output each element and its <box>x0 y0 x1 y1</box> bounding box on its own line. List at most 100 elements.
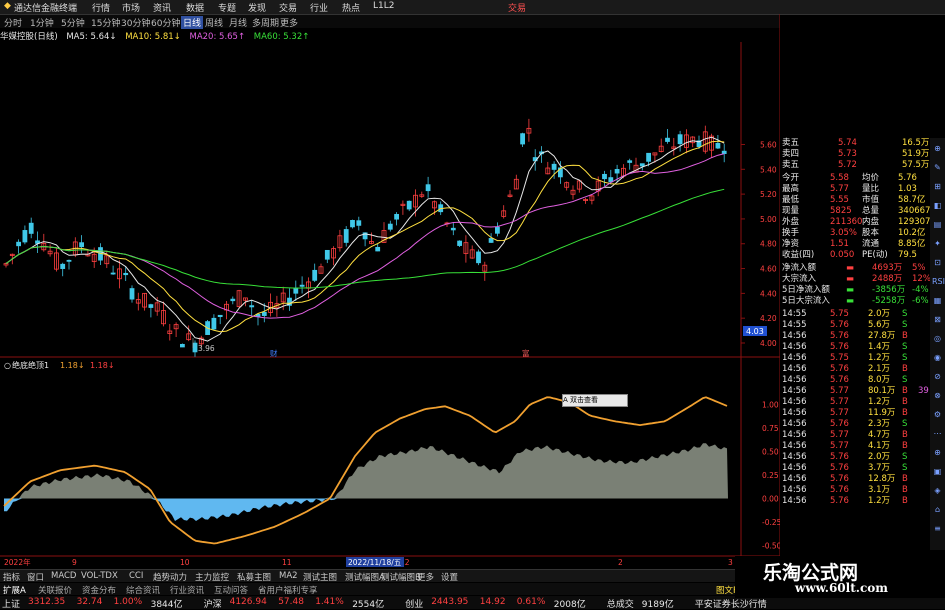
side-tool-icon[interactable]: ⊕ <box>932 144 943 155</box>
x-tick-label: 2 <box>618 558 623 567</box>
status-item: 沪深 <box>203 600 222 610</box>
indicator-tab[interactable]: 指标 <box>3 571 20 583</box>
price-tick-label: 4.60 <box>760 265 777 274</box>
indicator-tab[interactable]: MACD <box>51 571 76 581</box>
indicator-tab[interactable]: 测试幅图A <box>345 571 385 583</box>
tick-time: 14:56 <box>782 463 807 473</box>
chart-tooltip[interactable]: A 双击查看 <box>562 394 628 407</box>
indicator-tab[interactable]: 主力监控 <box>195 571 229 583</box>
sub-tab[interactable]: 行业资讯 <box>170 584 204 596</box>
candle-body <box>488 238 494 243</box>
indicator-tab[interactable]: 窗口 <box>27 571 44 583</box>
indicator-tab[interactable]: VOL-TDX <box>81 571 118 581</box>
tick-price: 5.76 <box>830 375 849 385</box>
side-tool-icon[interactable]: ≡ <box>932 524 943 535</box>
candle-body <box>457 240 463 246</box>
indicator-tick-label: 0.25 <box>762 471 779 480</box>
stat-label: 最低 <box>782 195 800 205</box>
indicator-tab[interactable]: 私募主图 <box>237 571 271 583</box>
indicator-tab[interactable]: 更多 <box>417 571 434 583</box>
side-tool-icon[interactable]: ▣ <box>932 467 943 478</box>
sub-tab[interactable]: 互动问答 <box>214 584 248 596</box>
indicator-tabs: 指标 窗口 MACD VOL-TDX CCI 趋势动力 主力监控 私募主图 MA2 测试主图 测试幅… <box>0 569 780 583</box>
tick-side: S <box>902 452 908 462</box>
sub-tab[interactable]: 综合资讯 <box>126 584 160 596</box>
tooltip-text: A 双击查看 <box>563 396 599 404</box>
indicator-legend-icon: ○ <box>4 361 11 370</box>
tick-time: 14:56 <box>782 342 807 352</box>
side-tool-icon[interactable]: ▤ <box>932 220 943 231</box>
flow-value: 2488万 <box>872 274 903 284</box>
tick-side: S <box>902 342 908 352</box>
candle-body <box>721 150 727 154</box>
status-item[interactable]: 平安证券长沙行情 <box>695 597 767 610</box>
stat-value: 58.7亿 <box>898 195 926 205</box>
quote-row: 净流入额 ▬ 4693万 5% <box>780 263 930 274</box>
quote-row: 卖五 5.72 57.5万 <box>780 160 930 171</box>
sub-tab[interactable]: 资金分布 <box>82 584 116 596</box>
indicator-tab[interactable]: 趋势动力 <box>153 571 187 583</box>
side-tool-icon[interactable]: ⊠ <box>932 315 943 326</box>
tick-volume: 27.8万 <box>868 331 896 341</box>
stat-value: 5.77 <box>830 184 849 194</box>
tick-volume: 80.1万 <box>868 386 896 396</box>
tick-volume: 4.7万 <box>868 430 891 440</box>
stat-label: 市值 <box>862 195 880 205</box>
indicator-tab[interactable]: MA2 <box>279 571 298 581</box>
ask-volume: 57.5万 <box>902 160 930 170</box>
side-tool-icon[interactable]: ⊞ <box>932 182 943 193</box>
candle-body <box>677 134 683 145</box>
event-marker-rich[interactable]: 富 <box>522 348 530 358</box>
sub-tab[interactable]: 省用户福利专享 <box>258 584 318 596</box>
event-marker-finance[interactable]: 财 <box>270 348 278 358</box>
status-item: 2443.95 <box>431 597 469 607</box>
side-tool-icon[interactable]: ⊕ <box>932 448 943 459</box>
tick-count: 39 <box>918 386 929 396</box>
side-tool-icon[interactable]: ⊗ <box>932 391 943 402</box>
tick-side: S <box>902 419 908 429</box>
x-tick-label: 11 <box>282 558 292 567</box>
sub-tab[interactable]: 扩展A <box>3 584 26 596</box>
stat-label: 今开 <box>782 173 800 183</box>
side-tool-icon[interactable]: RSI <box>932 277 945 288</box>
side-tool-icon[interactable]: ◉ <box>932 353 943 364</box>
stat-label: 外盘 <box>782 217 800 227</box>
indicator-value-2: 1.18↓ <box>90 361 115 370</box>
side-tool-icon[interactable]: ✦ <box>932 239 943 250</box>
side-tool-icon[interactable]: ✎ <box>932 163 943 174</box>
indicator-tab[interactable]: CCI <box>129 571 143 581</box>
tick-price: 5.76 <box>830 331 849 341</box>
stat-label: 内盘 <box>862 217 880 227</box>
side-tool-icon[interactable]: ▦ <box>932 296 943 307</box>
tick-volume: 3.7万 <box>868 463 891 473</box>
chart-area[interactable]: 5.60 5.40 5.20 5.00 4.80 4.60 4.40 4.20 4.00 1.0… <box>0 0 780 570</box>
price-tick-label: 5.20 <box>760 190 777 199</box>
low-marker-label: 3.96 <box>198 344 215 353</box>
candle-body <box>614 169 620 174</box>
tick-time: 14:56 <box>782 353 807 363</box>
flow-value: -3856万 <box>872 285 906 295</box>
tick-price: 5.76 <box>830 364 849 374</box>
indicator-tab[interactable]: 测试主图 <box>303 571 337 583</box>
side-tool-icon[interactable]: ⋯ <box>932 429 943 440</box>
status-item: 总成交 <box>606 600 634 610</box>
sub-tab[interactable]: 关联报价 <box>38 584 72 596</box>
side-icon-strip: ⊕ ✎ ⊞ ◧ ▤ ✦ ⊡ RSI ▦ ⊠ ◎ ◉ ⊘ ⊗ ⚙ ⋯ ⊕ ▣ ◈ ⌂ ≡ <box>930 138 945 550</box>
flow-label: 5日大宗流入 <box>782 296 830 306</box>
indicator-tab[interactable]: 设置 <box>441 571 458 583</box>
tick-price: 5.77 <box>830 386 849 396</box>
candle-body <box>394 213 400 220</box>
tick-volume: 2.1万 <box>868 364 891 374</box>
indicator-name: 绝底绝顶1 <box>12 360 49 370</box>
side-tool-icon[interactable]: ⌂ <box>932 505 943 516</box>
side-tool-icon[interactable]: ◧ <box>932 201 943 212</box>
status-item: 2008亿 <box>553 600 586 610</box>
side-tool-icon[interactable]: ⊘ <box>932 372 943 383</box>
side-tool-icon[interactable]: ⚙ <box>932 410 943 421</box>
indicator-tab[interactable]: 测试幅图B <box>381 571 421 583</box>
tick-time: 14:56 <box>782 419 807 429</box>
side-tool-icon[interactable]: ◎ <box>932 334 943 345</box>
side-tool-icon[interactable]: ◈ <box>932 486 943 497</box>
quote-row: 5日净流入额 ▬ -3856万 -4% <box>780 285 930 296</box>
side-tool-icon[interactable]: ⊡ <box>932 258 943 269</box>
